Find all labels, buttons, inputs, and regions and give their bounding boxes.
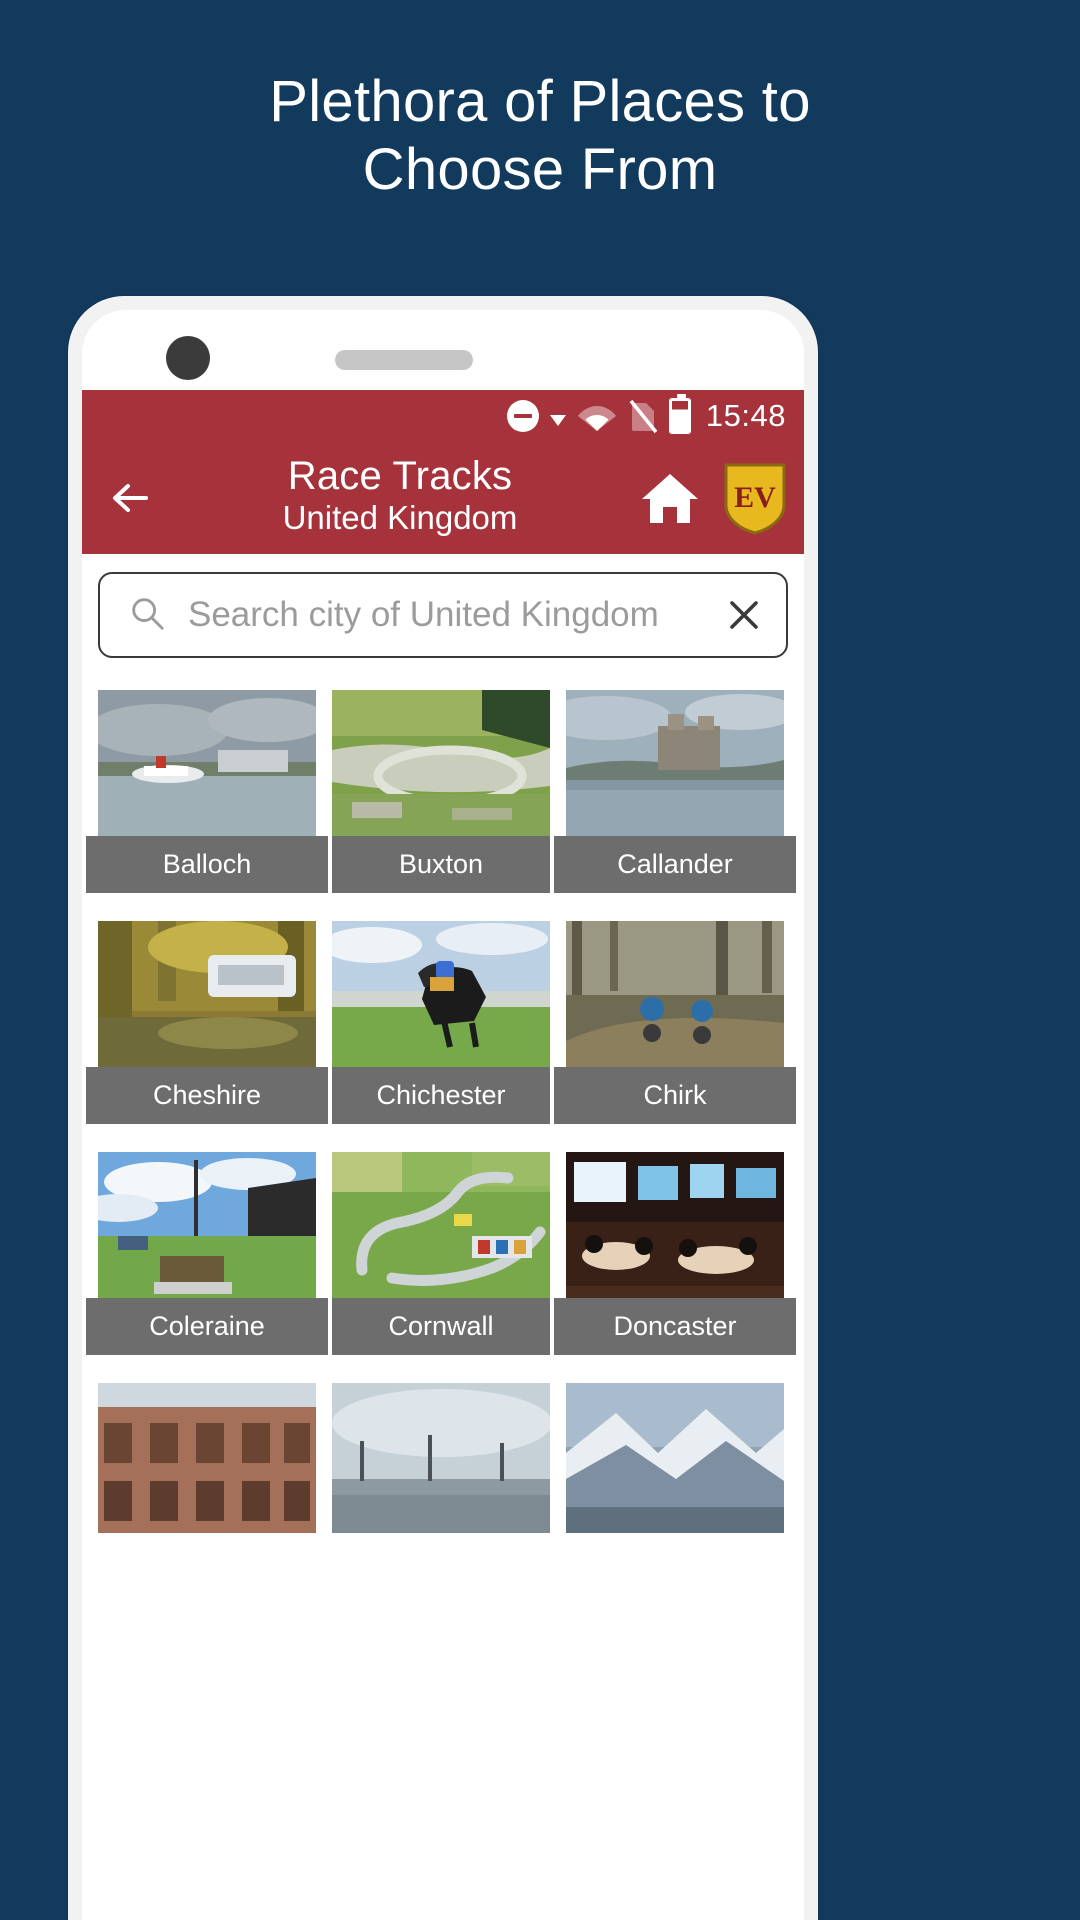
svg-text:EV: EV	[734, 481, 776, 514]
tile-thumbnail	[98, 1383, 316, 1533]
sim-off-icon	[628, 398, 658, 434]
tile-thumbnail	[332, 921, 550, 1071]
tile-thumbnail	[332, 1152, 550, 1302]
list-item[interactable]: Callander	[554, 690, 796, 893]
caret-down-icon	[549, 407, 566, 426]
status-bar-clock: 15:48	[705, 398, 786, 433]
promo-heading-line-2: Choose From	[362, 137, 718, 203]
list-item[interactable]: Chichester	[332, 921, 550, 1124]
city-grid: Balloch Buxton Callander Cheshire Chiche…	[82, 674, 804, 1533]
list-item[interactable]: Coleraine	[86, 1152, 328, 1355]
search-icon	[128, 594, 166, 637]
tile-thumbnail	[332, 690, 550, 840]
page-title: Race Tracks	[287, 454, 513, 499]
tile-thumbnail	[98, 1152, 316, 1302]
earpiece-speaker	[335, 350, 473, 370]
tile-thumbnail	[566, 921, 784, 1071]
home-icon[interactable]	[634, 467, 706, 529]
tile-label: Balloch	[86, 836, 328, 893]
promo-heading-line-1: Plethora of Places to	[269, 69, 811, 134]
search-input[interactable]: Search city of United Kingdom	[98, 572, 788, 658]
tile-label: Buxton	[332, 836, 550, 893]
tile-label: Cornwall	[332, 1298, 550, 1355]
app-bar-titles: Race Tracks United Kingdom	[160, 455, 634, 538]
tile-label: Callander	[554, 836, 796, 893]
phone-notch-area	[82, 310, 804, 390]
list-item[interactable]	[566, 1383, 784, 1533]
tile-thumbnail	[566, 1383, 784, 1533]
list-item[interactable]: Balloch	[86, 690, 328, 893]
tile-thumbnail	[332, 1383, 550, 1533]
tile-label: Cheshire	[86, 1067, 328, 1124]
list-item[interactable]: Cheshire	[86, 921, 328, 1124]
phone-mockup: 15:48 Race Tracks United Kingdom EV Sear…	[68, 296, 818, 1920]
search-placeholder-text: Search city of United Kingdom	[188, 595, 659, 634]
battery-icon	[668, 394, 691, 434]
tile-thumbnail	[98, 690, 316, 840]
app-bar: Race Tracks United Kingdom EV	[82, 442, 804, 554]
tile-thumbnail	[98, 921, 316, 1071]
wifi-icon	[577, 400, 617, 432]
phone-screen: 15:48 Race Tracks United Kingdom EV Sear…	[82, 310, 804, 1920]
status-bar: 15:48	[82, 390, 804, 442]
list-item[interactable]	[98, 1383, 316, 1533]
front-camera-icon	[166, 336, 210, 380]
list-item[interactable]: Doncaster	[554, 1152, 796, 1355]
list-item[interactable]: Chirk	[554, 921, 796, 1124]
back-arrow-icon[interactable]	[100, 468, 160, 528]
tile-label: Chichester	[332, 1067, 550, 1124]
promo-heading: Plethora of Places to Choose From	[0, 68, 1080, 205]
tile-label: Doncaster	[554, 1298, 796, 1355]
list-item[interactable]	[332, 1383, 550, 1533]
list-item[interactable]: Cornwall	[332, 1152, 550, 1355]
tile-label: Chirk	[554, 1067, 796, 1124]
tile-thumbnail	[566, 1152, 784, 1302]
ev-shield-logo[interactable]: EV	[722, 461, 788, 535]
page-subtitle: United Kingdom	[282, 499, 518, 537]
do-not-disturb-icon	[506, 400, 539, 432]
tile-label: Coleraine	[86, 1298, 328, 1355]
list-item[interactable]: Buxton	[332, 690, 550, 893]
tile-thumbnail	[566, 690, 784, 840]
search-section: Search city of United Kingdom	[82, 554, 804, 674]
close-icon[interactable]	[722, 593, 766, 637]
